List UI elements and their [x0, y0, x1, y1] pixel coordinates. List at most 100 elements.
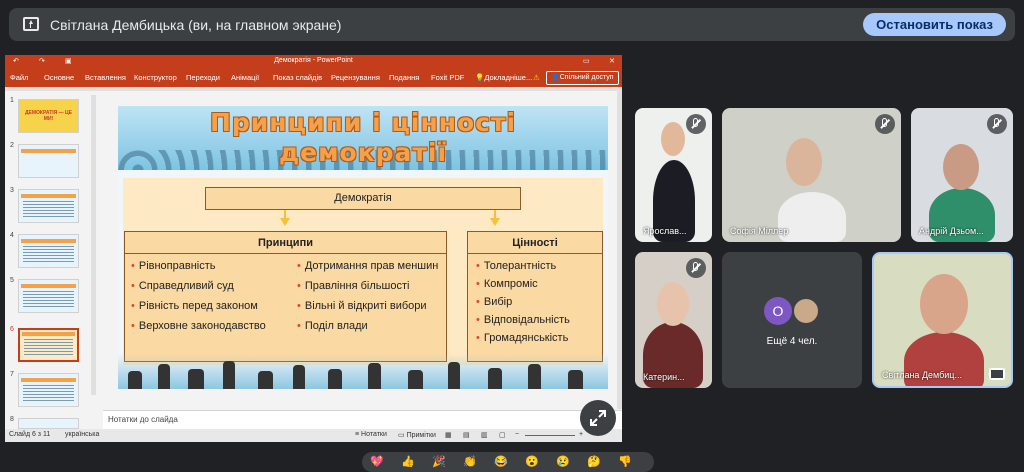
slide-counter: Слайд 6 з 11: [9, 431, 51, 438]
participant-head: [657, 282, 689, 326]
slide-number: 7: [10, 371, 14, 378]
slide-title-line1: Принципи і цінності: [209, 108, 517, 137]
participant-name: Світлана Дембиц...: [882, 370, 962, 380]
slide-thumbnail-3[interactable]: [18, 189, 79, 223]
cry-icon[interactable]: 😢: [556, 455, 570, 468]
normal-view-icon[interactable]: ▦: [445, 431, 452, 439]
warning-icon: ⚠: [533, 73, 540, 82]
notes-icon: ≡: [355, 431, 360, 438]
slide-canvas: Принципи і цінності демократії Демократі…: [118, 106, 608, 389]
tab-slideshow[interactable]: Показ слайдів: [273, 73, 322, 82]
arrow-stem: [284, 210, 286, 218]
close-icon[interactable]: ✕: [609, 57, 615, 65]
ppt-ribbon-tabs: Файл Основне Вставлення Конструктор Пере…: [5, 69, 622, 87]
party-icon[interactable]: 🎉: [432, 455, 446, 468]
zoom-out-icon[interactable]: −: [515, 431, 519, 438]
zoom-slider[interactable]: [525, 435, 575, 436]
participant-head: [920, 274, 968, 334]
principle-item: Верховне законодавство: [131, 320, 266, 332]
tab-insert[interactable]: Вставлення: [85, 73, 126, 82]
reading-view-icon[interactable]: ▥: [481, 431, 488, 439]
slide-number: 3: [10, 187, 14, 194]
comments-toggle[interactable]: ▭ Примітки: [398, 431, 436, 439]
notes-toggle[interactable]: ≡ Нотатки: [355, 431, 387, 438]
tab-home[interactable]: Основне: [44, 73, 74, 82]
value-item: Компроміс: [476, 278, 538, 290]
value-item: Толерантність: [476, 260, 556, 272]
thumbs-up-icon[interactable]: 👍: [401, 455, 415, 468]
slideshow-view-icon[interactable]: ▢: [499, 431, 506, 439]
slide-thumbnail-4[interactable]: [18, 234, 79, 268]
participant-tile-2[interactable]: Софія Міллер: [722, 108, 901, 242]
clap-icon[interactable]: 👏: [463, 455, 477, 468]
thumbnail-title: ДЕМОКРАТІЯ — ЦЕ МИ!: [24, 110, 73, 122]
expand-icon: [590, 410, 606, 426]
slide-thumbnail-2[interactable]: [18, 144, 79, 178]
expand-presentation-button[interactable]: [580, 400, 616, 436]
tab-tell-me[interactable]: 💡Докладніше...: [475, 73, 532, 82]
mic-off-icon: [875, 114, 895, 134]
slide-number: 1: [10, 97, 14, 104]
avatar: [792, 297, 820, 325]
tab-review[interactable]: Рецензування: [331, 73, 380, 82]
participant-name: Катерин...: [643, 372, 685, 382]
participant-tile-3[interactable]: Андрій Дзьом...: [911, 108, 1013, 242]
arrow-down-icon: [280, 218, 290, 226]
participant-name: Андрій Дзьом...: [919, 226, 984, 236]
tab-animations[interactable]: Анімації: [231, 73, 259, 82]
slide-number: 5: [10, 277, 14, 284]
stop-presenting-button[interactable]: Остановить показ: [863, 13, 1006, 36]
thumbnail-scrollbar[interactable]: [91, 95, 96, 395]
principles-title: Принципи: [125, 232, 446, 254]
more-participants-tile[interactable]: О Ещё 4 чел.: [722, 252, 862, 388]
participant-name: Ярослав...: [643, 226, 687, 236]
crowd-silhouette: [118, 354, 608, 389]
participant-head: [786, 138, 822, 186]
minimize-icon[interactable]: ▭: [583, 57, 590, 65]
surprised-icon[interactable]: 😮: [525, 455, 539, 468]
participant-tile-self[interactable]: Світлана Дембиц...: [872, 252, 1013, 388]
principle-item: Правління більшості: [297, 280, 410, 292]
user-icon: 👤: [551, 74, 560, 81]
values-title: Цінності: [468, 232, 602, 254]
sorter-view-icon[interactable]: ▤: [463, 431, 470, 439]
slide-thumbnail-8[interactable]: [18, 418, 79, 429]
slide-thumbnail-5[interactable]: [18, 279, 79, 313]
principles-box: Принципи Рівноправність Справедливий суд…: [124, 231, 447, 362]
value-item: Відповідальність: [476, 314, 570, 326]
notes-placeholder: Нотатки до слайда: [108, 415, 178, 424]
slide-number: 4: [10, 232, 14, 239]
slide-thumbnail-7[interactable]: [18, 373, 79, 407]
presenting-banner: Світлана Дембицька (ви, на главном экран…: [9, 8, 1015, 41]
slide-thumbnail-1[interactable]: ДЕМОКРАТІЯ — ЦЕ МИ!: [18, 99, 79, 133]
thumbs-down-icon[interactable]: 👎: [618, 455, 632, 468]
tab-view[interactable]: Подання: [389, 73, 419, 82]
values-box: Цінності Толерантність Компроміс Вибір В…: [467, 231, 603, 362]
language-indicator: українська: [65, 431, 100, 438]
mic-off-icon: [686, 114, 706, 134]
tab-transitions[interactable]: Переходи: [186, 73, 220, 82]
pin-tile-icon[interactable]: [989, 368, 1005, 380]
ppt-status-bar: Слайд 6 з 11 українська ≡ Нотатки ▭ Прим…: [5, 429, 622, 442]
participant-head: [943, 144, 979, 190]
laugh-icon[interactable]: 😂: [494, 455, 508, 468]
zoom-in-icon[interactable]: +: [579, 431, 583, 438]
participant-tile-4[interactable]: Катерин...: [635, 252, 712, 388]
democracy-box: Демократія: [205, 187, 521, 210]
participant-head: [661, 122, 685, 156]
comment-icon: ▭: [398, 432, 405, 439]
present-screen-icon: [23, 17, 39, 31]
participant-tile-1[interactable]: Ярослав...: [635, 108, 712, 242]
ppt-titlebar: ↶ ↷ ▣ Демократія - PowerPoint ▭ ✕: [5, 55, 622, 69]
thinking-icon[interactable]: 🤔: [587, 455, 601, 468]
slide-thumbnail-6[interactable]: [18, 328, 79, 362]
heart-icon[interactable]: 💖: [370, 455, 384, 468]
value-item: Вибір: [476, 296, 512, 308]
share-button[interactable]: 👤Спільний доступ: [546, 71, 619, 85]
tab-foxit[interactable]: Foxit PDF: [431, 73, 464, 82]
slide-scrollbar[interactable]: [617, 91, 622, 409]
tab-file[interactable]: Файл: [10, 73, 28, 82]
notes-pane[interactable]: Нотатки до слайда: [103, 410, 622, 430]
tab-design[interactable]: Конструктор: [134, 73, 177, 82]
avatar: О: [764, 297, 792, 325]
